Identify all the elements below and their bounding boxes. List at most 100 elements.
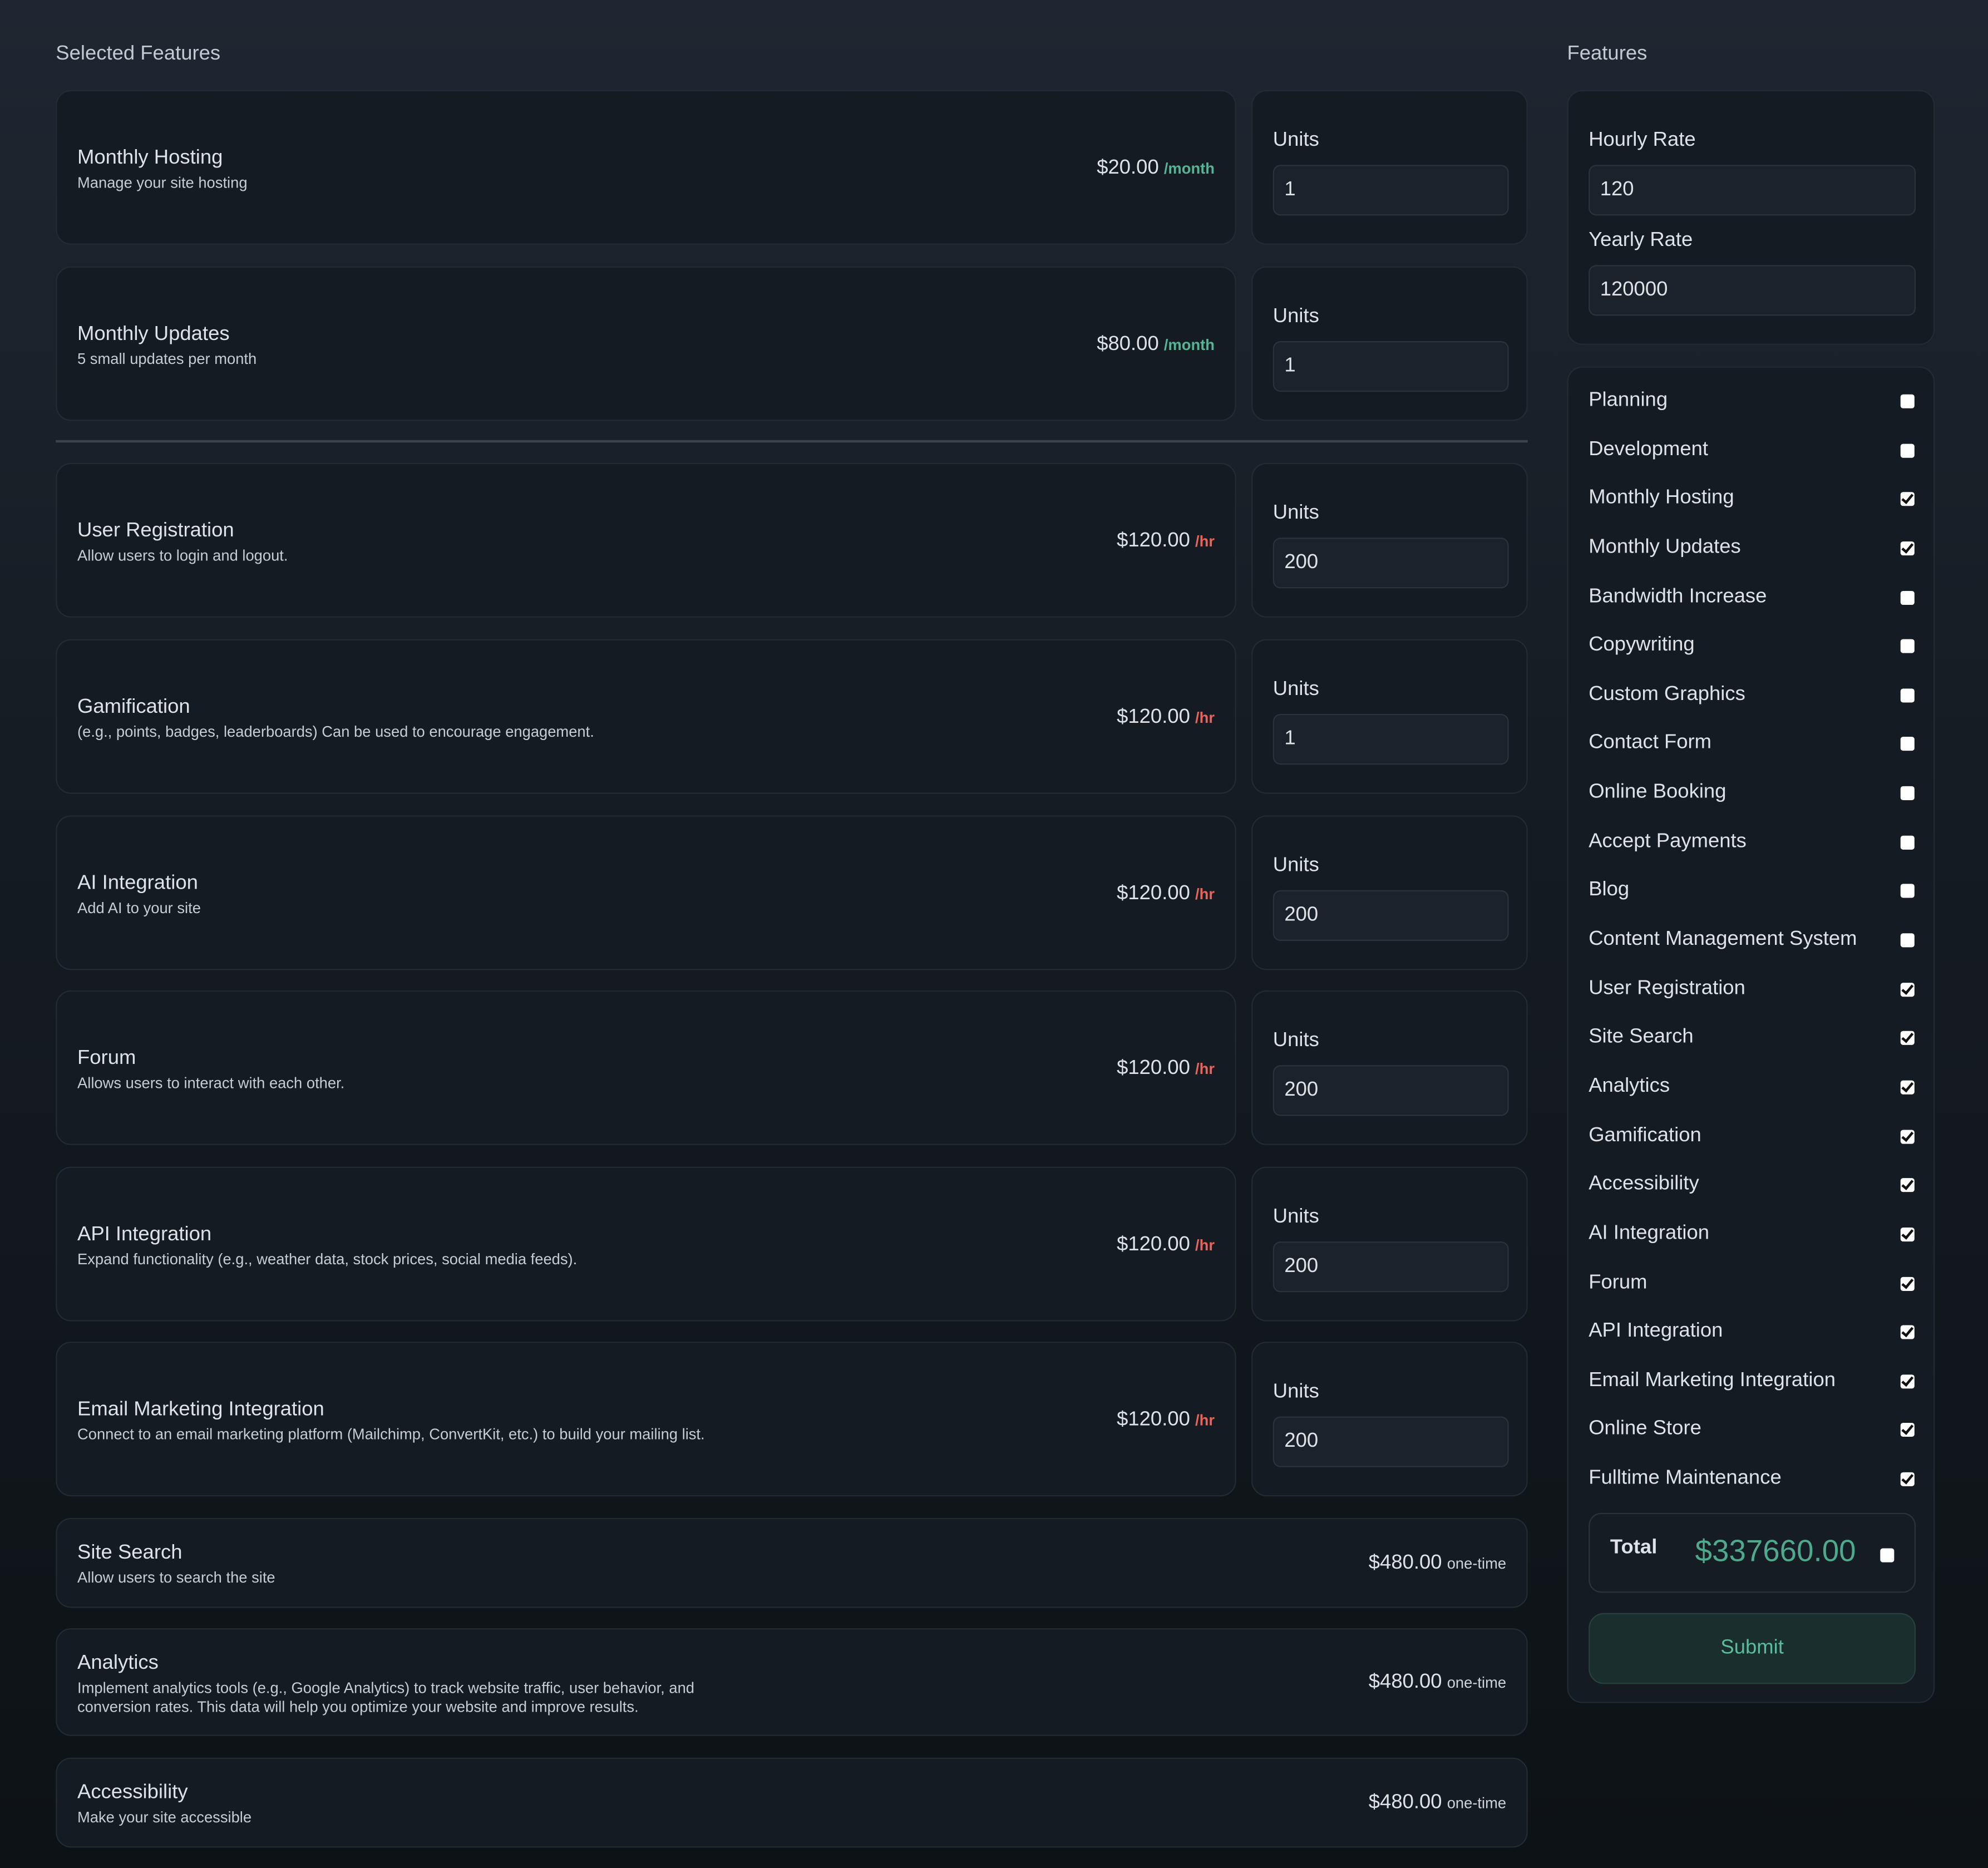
feature-checkbox-fulltime-maintenance[interactable] — [1900, 1471, 1915, 1487]
feature-checkbox-contact-form[interactable] — [1900, 737, 1915, 752]
feature-price-group: $120.00/hr — [1117, 706, 1215, 729]
feature-card-email-marketing-integration: Email Marketing Integration Connect to a… — [56, 1342, 1236, 1497]
feature-toggle-api-integration[interactable]: API Integration — [1589, 1318, 1915, 1348]
feature-checkbox-email-marketing-integration[interactable] — [1900, 1373, 1915, 1388]
page-root: Selected Features Features Monthly Hosti… — [0, 0, 1988, 1868]
feature-toggle-accessibility[interactable]: Accessibility — [1589, 1171, 1915, 1201]
feature-card-api-integration: API Integration Expand functionality (e.… — [56, 1166, 1236, 1322]
yearly-rate-label: Yearly Rate — [1589, 229, 1693, 252]
feature-toggle-content-management-system[interactable]: Content Management System — [1589, 926, 1915, 957]
feature-checkbox-online-store[interactable] — [1900, 1422, 1915, 1438]
feature-toggle-label: Blog — [1589, 879, 1630, 901]
units-input-forum[interactable] — [1272, 1065, 1509, 1116]
units-input-email-marketing-integration[interactable] — [1272, 1416, 1509, 1467]
feature-toggle-development[interactable]: Development — [1589, 436, 1915, 466]
feature-price-unit: /hr — [1195, 1060, 1215, 1078]
feature-price-unit: /hr — [1195, 533, 1215, 551]
feature-toggle-label: Content Management System — [1589, 928, 1857, 950]
units-input-monthly-hosting[interactable] — [1272, 165, 1509, 216]
yearly-rate-input[interactable] — [1589, 265, 1916, 316]
feature-checkbox-planning[interactable] — [1900, 394, 1915, 408]
feature-toggle-planning[interactable]: Planning — [1589, 387, 1915, 417]
feature-toggle-user-registration[interactable]: User Registration — [1589, 975, 1915, 1006]
feature-name: Gamification — [77, 696, 190, 718]
hourly-rate-label: Hourly Rate — [1589, 129, 1696, 151]
units-label: Units — [1272, 854, 1319, 876]
feature-toggle-fulltime-maintenance[interactable]: Fulltime Maintenance — [1589, 1465, 1915, 1495]
feature-toggle-monthly-updates[interactable]: Monthly Updates — [1589, 534, 1915, 564]
feature-toggle-email-marketing-integration[interactable]: Email Marketing Integration — [1589, 1367, 1915, 1397]
feature-toggle-contact-form[interactable]: Contact Form — [1589, 730, 1915, 760]
feature-checkbox-custom-graphics[interactable] — [1900, 688, 1915, 703]
feature-checkbox-content-management-system[interactable] — [1900, 933, 1915, 948]
feature-toggle-site-search[interactable]: Site Search — [1589, 1024, 1915, 1054]
features-checklist-card: Total $337660.00 Submit Planning Developm… — [1567, 366, 1935, 1703]
feature-checkbox-monthly-hosting[interactable] — [1900, 491, 1915, 506]
units-label: Units — [1272, 1029, 1319, 1052]
feature-toggle-label: User Registration — [1589, 977, 1745, 999]
feature-price-unit: /hr — [1195, 1411, 1215, 1430]
feature-toggle-label: Fulltime Maintenance — [1589, 1467, 1782, 1489]
feature-checkbox-blog[interactable] — [1900, 884, 1915, 899]
feature-toggle-analytics[interactable]: Analytics — [1589, 1073, 1915, 1103]
total-checkbox[interactable] — [1880, 1548, 1895, 1563]
feature-checkbox-bandwidth-increase[interactable] — [1900, 590, 1915, 605]
feature-toggle-online-store[interactable]: Online Store — [1589, 1416, 1915, 1446]
units-input-ai-integration[interactable] — [1272, 890, 1509, 941]
checkmark-icon — [1901, 1226, 1914, 1240]
feature-price: $480.00 — [1368, 1671, 1442, 1693]
feature-checkbox-gamification[interactable] — [1900, 1128, 1915, 1144]
feature-price-unit: /month — [1163, 160, 1215, 178]
feature-checkbox-user-registration[interactable] — [1900, 982, 1915, 997]
hourly-rate-input[interactable] — [1589, 165, 1916, 216]
feature-price-group: $480.00 one-time — [1369, 1552, 1506, 1575]
feature-checkbox-site-search[interactable] — [1900, 1031, 1915, 1046]
feature-price: $120.00 — [1117, 706, 1190, 728]
feature-price-group: $20.00/month — [1097, 157, 1215, 180]
feature-description: Allow users to search the site — [77, 1569, 275, 1586]
feature-toggle-ai-integration[interactable]: AI Integration — [1589, 1220, 1915, 1250]
units-card-gamification: Units — [1251, 639, 1528, 794]
feature-toggle-online-booking[interactable]: Online Booking — [1589, 779, 1915, 810]
units-input-gamification[interactable] — [1272, 714, 1509, 765]
section-divider — [56, 440, 1528, 443]
feature-price: $120.00 — [1117, 530, 1190, 552]
feature-toggle-copywriting[interactable]: Copywriting — [1589, 632, 1915, 662]
selected-features-title: Selected Features — [56, 43, 221, 65]
feature-checkbox-online-booking[interactable] — [1900, 786, 1915, 801]
feature-name: Monthly Updates — [77, 323, 230, 345]
rates-card: Hourly Rate Yearly Rate — [1567, 90, 1935, 345]
submit-button[interactable]: Submit — [1589, 1613, 1916, 1684]
feature-card-user-registration: User Registration Allow users to login a… — [56, 462, 1236, 618]
checkmark-icon — [1901, 1031, 1914, 1044]
feature-toggle-blog[interactable]: Blog — [1589, 877, 1915, 908]
units-card-email-marketing-integration: Units — [1251, 1342, 1528, 1497]
feature-toggle-gamification[interactable]: Gamification — [1589, 1122, 1915, 1152]
checkmark-icon — [1901, 1422, 1914, 1436]
feature-checkbox-accessibility[interactable] — [1900, 1177, 1915, 1192]
feature-checkbox-accept-payments[interactable] — [1900, 835, 1915, 850]
feature-toggle-forum[interactable]: Forum — [1589, 1269, 1915, 1299]
feature-price: $480.00 — [1368, 1552, 1442, 1574]
feature-checkbox-copywriting[interactable] — [1900, 639, 1915, 654]
feature-toggle-bandwidth-increase[interactable]: Bandwidth Increase — [1589, 583, 1915, 613]
units-input-monthly-updates[interactable] — [1272, 341, 1509, 392]
feature-description: (e.g., points, badges, leaderboards) Can… — [77, 722, 594, 741]
feature-toggle-custom-graphics[interactable]: Custom Graphics — [1589, 681, 1915, 711]
feature-card-site-search: Site Search Allow users to search the si… — [56, 1517, 1528, 1608]
feature-checkbox-development[interactable] — [1900, 443, 1915, 457]
feature-name: Email Marketing Integration — [77, 1398, 324, 1421]
units-input-api-integration[interactable] — [1272, 1241, 1509, 1293]
feature-toggle-label: Development — [1589, 438, 1709, 460]
feature-toggle-accept-payments[interactable]: Accept Payments — [1589, 828, 1915, 859]
feature-checkbox-monthly-updates[interactable] — [1900, 540, 1915, 555]
feature-checkbox-api-integration[interactable] — [1900, 1324, 1915, 1339]
feature-checkbox-analytics[interactable] — [1900, 1080, 1915, 1095]
feature-checkbox-ai-integration[interactable] — [1900, 1226, 1915, 1241]
feature-price-group: $480.00 one-time — [1369, 1672, 1506, 1694]
feature-toggle-monthly-hosting[interactable]: Monthly Hosting — [1589, 485, 1915, 515]
units-input-user-registration[interactable] — [1272, 538, 1509, 589]
units-card-monthly-hosting: Units — [1251, 90, 1528, 245]
units-card-user-registration: Units — [1251, 462, 1528, 618]
feature-checkbox-forum[interactable] — [1900, 1275, 1915, 1290]
